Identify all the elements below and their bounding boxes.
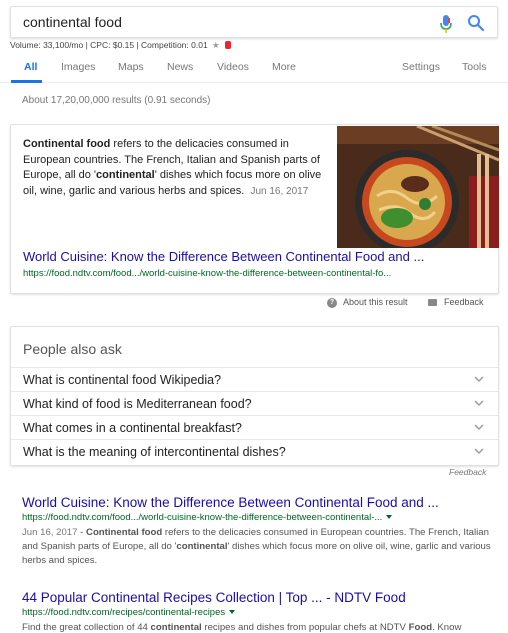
paa-question[interactable]: What is continental food Wikipedia? xyxy=(11,367,498,391)
people-also-ask: People also ask What is continental food… xyxy=(10,326,499,466)
snippet-link-title[interactable]: World Cuisine: Know the Difference Betwe… xyxy=(23,249,424,264)
result-url[interactable]: https://food.ndtv.com/food.../world-cuis… xyxy=(22,512,492,523)
result-text-3: . Know xyxy=(432,622,462,633)
result-text-1: Find the great collection of 44 xyxy=(22,622,151,633)
result-title[interactable]: 44 Popular Continental Recipes Collectio… xyxy=(22,590,492,605)
search-tabs: All Images Maps News Videos More Setting… xyxy=(0,52,508,83)
result-title[interactable]: World Cuisine: Know the Difference Betwe… xyxy=(22,495,492,510)
featured-snippet: Continental food refers to the delicacie… xyxy=(10,124,499,294)
result-bold-lead: Continental food xyxy=(86,527,163,538)
result-url-text[interactable]: https://food.ndtv.com/recipes/continenta… xyxy=(22,607,225,618)
paa-question-text: What is continental food Wikipedia? xyxy=(23,373,222,387)
paa-question-text: What is the meaning of intercontinental … xyxy=(23,445,286,459)
result-stats: About 17,20,00,000 results (0.91 seconds… xyxy=(22,95,211,106)
chevron-down-icon xyxy=(474,376,484,382)
paa-question[interactable]: What is the meaning of intercontinental … xyxy=(11,439,498,463)
result-text-2: recipes and dishes from popular chefs at… xyxy=(201,622,409,633)
paa-feedback-link[interactable]: Feedback xyxy=(449,467,486,477)
snippet-url[interactable]: https://food.ndtv.com/food.../world-cuis… xyxy=(23,268,391,279)
about-this-result-link[interactable]: About this result xyxy=(343,297,408,307)
tab-settings[interactable]: Settings xyxy=(402,61,440,73)
result-description: Find the great collection of 44 continen… xyxy=(22,621,492,633)
caret-down-icon[interactable] xyxy=(386,515,393,519)
database-icon[interactable] xyxy=(225,41,232,49)
tab-videos[interactable]: Videos xyxy=(217,61,249,73)
chevron-down-icon xyxy=(474,448,484,454)
snippet-bold-mid: continental xyxy=(96,169,155,181)
snippet-description: Continental food refers to the delicacie… xyxy=(23,137,333,199)
search-icon[interactable] xyxy=(467,14,485,32)
snippet-footer: ? About this result Feedback xyxy=(0,297,508,311)
active-tab-indicator xyxy=(11,80,42,83)
tab-news[interactable]: News xyxy=(167,61,193,73)
question-circle-icon: ? xyxy=(327,298,337,308)
paa-question-text: What kind of food is Mediterranean food? xyxy=(23,397,252,411)
result-separator: - xyxy=(77,527,87,538)
tab-all[interactable]: All xyxy=(24,61,37,73)
snippet-bold-lead: Continental food xyxy=(23,138,111,150)
paa-question[interactable]: What kind of food is Mediterranean food? xyxy=(11,391,498,415)
paa-title: People also ask xyxy=(23,341,122,357)
snippet-date: Jun 16, 2017 xyxy=(250,185,309,197)
result-date: Jun 16, 2017 xyxy=(22,527,78,538)
tab-maps[interactable]: Maps xyxy=(118,61,144,73)
search-result: 44 Popular Continental Recipes Collectio… xyxy=(22,590,492,633)
paa-question-text: What comes in a continental breakfast? xyxy=(23,421,242,435)
result-url-text[interactable]: https://food.ndtv.com/food.../world-cuis… xyxy=(22,512,382,523)
feedback-icon xyxy=(428,299,437,306)
result-bold-lead: continental xyxy=(150,622,202,633)
tab-images[interactable]: Images xyxy=(61,61,95,73)
paa-question[interactable]: What comes in a continental breakfast? xyxy=(11,415,498,439)
tab-more[interactable]: More xyxy=(272,61,296,73)
result-bold-mid: continental xyxy=(176,541,228,552)
tab-tools[interactable]: Tools xyxy=(462,61,487,73)
result-bold-mid: Food xyxy=(408,622,433,633)
noodle-bowl-image[interactable] xyxy=(337,126,499,248)
chevron-down-icon xyxy=(474,400,484,406)
search-input[interactable]: continental food xyxy=(23,14,122,30)
chevron-down-icon xyxy=(474,424,484,430)
caret-down-icon[interactable] xyxy=(229,610,236,614)
microphone-icon[interactable] xyxy=(439,15,453,33)
keyword-info: Volume: 33,100/mo | CPC: $0.15 | Competi… xyxy=(10,40,232,51)
keyword-info-text: Volume: 33,100/mo | CPC: $0.15 | Competi… xyxy=(10,40,208,50)
result-description: Jun 16, 2017 - Continental food refers t… xyxy=(22,526,492,568)
result-url[interactable]: https://food.ndtv.com/recipes/continenta… xyxy=(22,607,492,618)
feedback-link[interactable]: Feedback xyxy=(444,297,484,307)
search-result: World Cuisine: Know the Difference Betwe… xyxy=(22,495,492,568)
search-box[interactable]: continental food xyxy=(10,6,498,38)
star-icon[interactable]: ★ xyxy=(212,40,220,50)
